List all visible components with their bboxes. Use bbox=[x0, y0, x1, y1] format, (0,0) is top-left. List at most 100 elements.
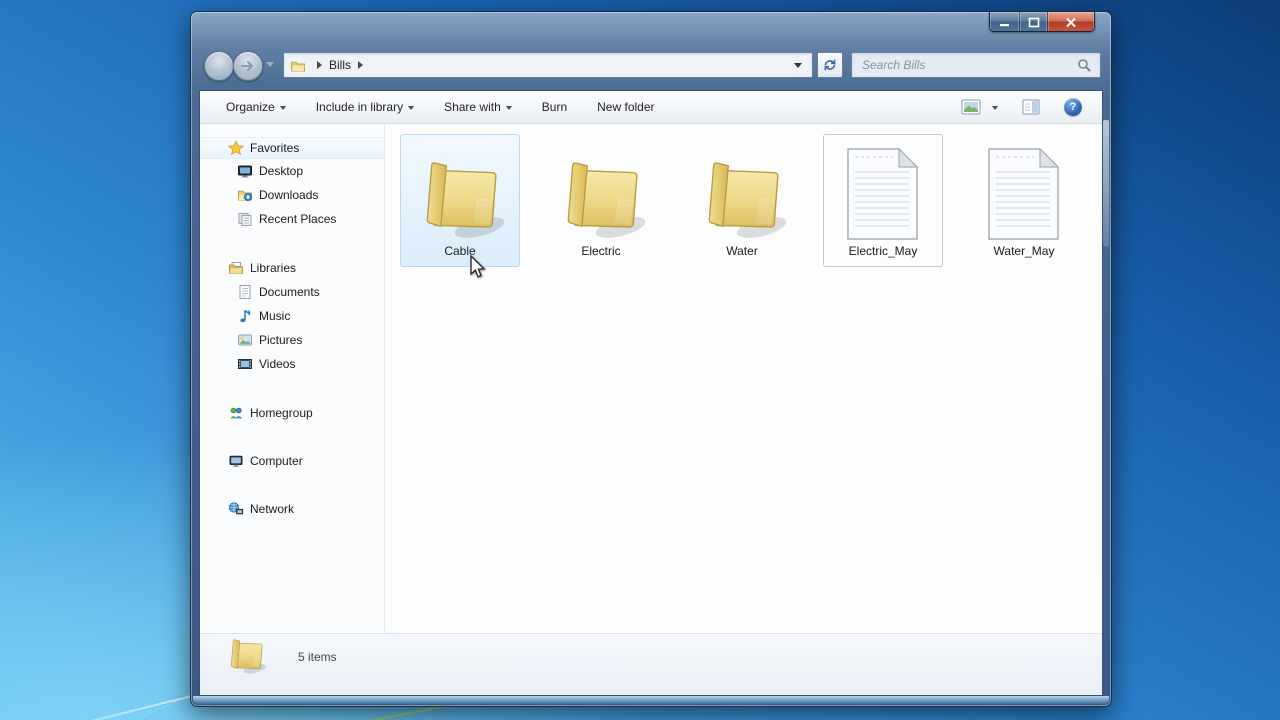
sidebar-item-homegroup[interactable]: Homegroup bbox=[200, 401, 384, 425]
file-name: Electric_May bbox=[848, 244, 918, 258]
sidebar-item-videos[interactable]: Videos bbox=[200, 352, 384, 376]
forward-arrow-icon bbox=[241, 61, 254, 71]
content-area: Favorites Desktop Downloads Recent Place… bbox=[200, 124, 1102, 633]
videos-label: Videos bbox=[259, 357, 296, 371]
file-name: Electric bbox=[581, 244, 621, 258]
folder-icon bbox=[693, 141, 791, 241]
refresh-button[interactable] bbox=[817, 52, 843, 78]
navigation-bar: Bills bbox=[191, 12, 1111, 90]
desktop: Bills Search Bills Organize Include in l… bbox=[0, 0, 1280, 720]
help-button[interactable]: ? bbox=[1064, 98, 1082, 116]
search-icon[interactable] bbox=[1077, 58, 1092, 73]
help-icon: ? bbox=[1069, 101, 1077, 113]
breadcrumb-arrow-icon[interactable] bbox=[358, 61, 364, 69]
libraries-group: Libraries Documents Music Pictures Video… bbox=[200, 256, 384, 376]
recent-places-icon bbox=[236, 211, 254, 227]
document-icon bbox=[847, 141, 919, 241]
sidebar-item-favorites[interactable]: Favorites bbox=[200, 137, 384, 159]
homegroup-label: Homegroup bbox=[250, 406, 313, 420]
sidebar-item-downloads[interactable]: Downloads bbox=[200, 183, 384, 207]
network-label: Network bbox=[250, 502, 295, 516]
downloads-icon bbox=[236, 187, 254, 203]
chevron-down-icon bbox=[408, 106, 415, 110]
desktop-icon bbox=[236, 163, 254, 179]
explorer-window: Bills Search Bills Organize Include in l… bbox=[190, 11, 1112, 707]
file-name: Water bbox=[726, 244, 758, 258]
folder-icon bbox=[411, 141, 509, 241]
address-dropdown-icon[interactable] bbox=[794, 62, 802, 68]
search-input[interactable] bbox=[852, 58, 1077, 72]
frame-reflection bbox=[1103, 120, 1109, 246]
sidebar-item-music[interactable]: Music bbox=[200, 304, 384, 328]
sidebar-item-network[interactable]: Network bbox=[200, 497, 384, 521]
new-folder-button[interactable]: New folder bbox=[597, 100, 654, 114]
film-icon bbox=[236, 356, 254, 372]
back-arrow-icon bbox=[210, 59, 228, 73]
computer-icon bbox=[227, 453, 245, 469]
libraries-icon bbox=[227, 260, 245, 276]
downloads-label: Downloads bbox=[259, 188, 319, 202]
item-count: 5 items bbox=[298, 650, 337, 664]
include-in-library-label: Include in library bbox=[315, 100, 404, 114]
picture-icon bbox=[236, 332, 254, 348]
document-icon bbox=[988, 141, 1060, 241]
sidebar-item-libraries[interactable]: Libraries bbox=[200, 256, 384, 280]
location-folder-icon bbox=[290, 58, 306, 73]
file-name: Water_May bbox=[993, 244, 1055, 258]
music-note-icon bbox=[236, 308, 254, 324]
sidebar-item-computer[interactable]: Computer bbox=[200, 449, 384, 473]
folder-icon bbox=[224, 636, 268, 681]
burn-button[interactable]: Burn bbox=[542, 100, 567, 114]
file-tile-water-may[interactable]: Water_May bbox=[964, 134, 1084, 267]
file-tile-electric-may[interactable]: Electric_May bbox=[823, 134, 943, 267]
share-with-label: Share with bbox=[444, 100, 501, 114]
preview-pane-icon bbox=[1022, 99, 1040, 115]
file-tile-electric[interactable]: Electric bbox=[541, 134, 661, 267]
chevron-down-icon bbox=[279, 106, 286, 110]
pictures-label: Pictures bbox=[259, 333, 303, 347]
computer-label: Computer bbox=[250, 454, 303, 468]
forward-button[interactable] bbox=[233, 51, 263, 81]
chevron-down-icon bbox=[992, 106, 998, 110]
views-icon bbox=[961, 99, 981, 115]
include-in-library-menu[interactable]: Include in library bbox=[315, 100, 415, 114]
window-bottom-edge bbox=[193, 696, 1109, 704]
sidebar-item-documents[interactable]: Documents bbox=[200, 280, 384, 304]
organize-label: Organize bbox=[226, 100, 275, 114]
documents-label: Documents bbox=[259, 285, 320, 299]
sidebar-item-recent-places[interactable]: Recent Places bbox=[200, 207, 384, 231]
documents-icon bbox=[236, 284, 254, 300]
organize-menu[interactable]: Organize bbox=[226, 100, 286, 114]
file-tile-water[interactable]: Water bbox=[682, 134, 802, 267]
change-view-button[interactable] bbox=[961, 99, 998, 115]
file-list: Cable Electric Water Electric_May Water_… bbox=[385, 124, 1102, 633]
back-button[interactable] bbox=[204, 51, 234, 81]
burn-label: Burn bbox=[541, 100, 568, 114]
homegroup-icon bbox=[227, 405, 245, 421]
breadcrumb-arrow-icon[interactable] bbox=[317, 61, 322, 69]
recent-pages-dropdown[interactable] bbox=[266, 62, 274, 67]
search-box bbox=[851, 52, 1101, 78]
new-folder-label: New folder bbox=[597, 100, 655, 114]
details-pane: 5 items bbox=[200, 633, 1102, 695]
sidebar-item-desktop[interactable]: Desktop bbox=[200, 159, 384, 183]
network-icon bbox=[227, 501, 245, 517]
view-controls: ? bbox=[961, 98, 1082, 116]
chevron-down-icon bbox=[505, 106, 512, 110]
sidebar-item-pictures[interactable]: Pictures bbox=[200, 328, 384, 352]
address-bar[interactable]: Bills bbox=[283, 52, 813, 78]
file-tile-cable[interactable]: Cable bbox=[400, 134, 520, 267]
preview-pane-button[interactable] bbox=[1022, 99, 1040, 115]
recent-places-label: Recent Places bbox=[259, 212, 337, 226]
music-label: Music bbox=[259, 309, 291, 323]
command-bar: Organize Include in library Share with B… bbox=[200, 91, 1102, 124]
favorites-group: Favorites Desktop Downloads Recent Place… bbox=[200, 137, 384, 231]
navigation-pane: Favorites Desktop Downloads Recent Place… bbox=[200, 124, 385, 633]
breadcrumb-location[interactable]: Bills bbox=[329, 58, 351, 72]
share-with-menu[interactable]: Share with bbox=[444, 100, 512, 114]
client-area: Organize Include in library Share with B… bbox=[199, 90, 1103, 696]
